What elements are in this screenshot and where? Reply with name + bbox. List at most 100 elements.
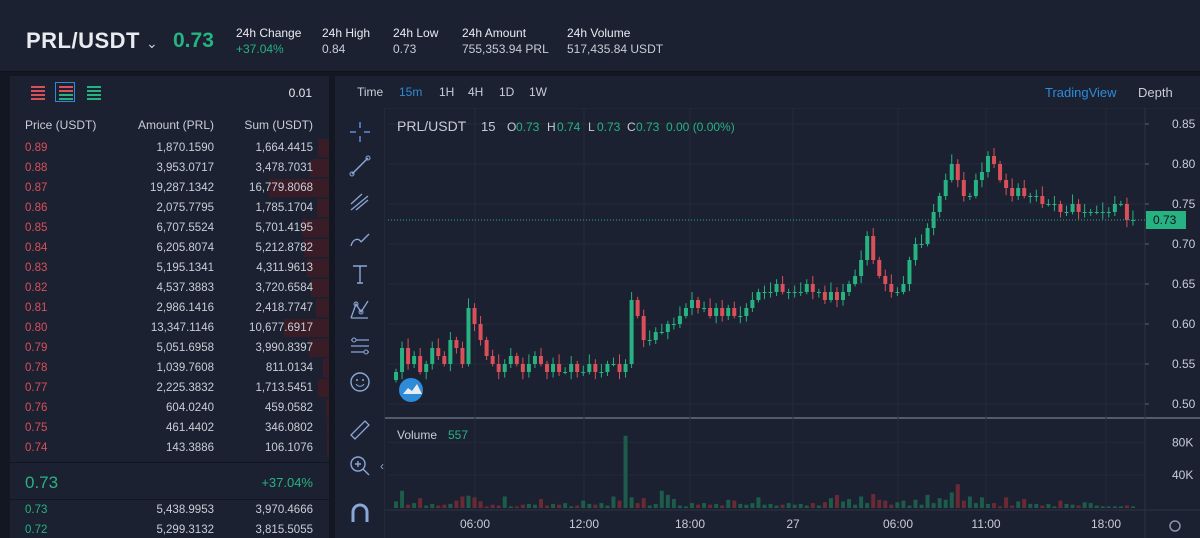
ask-row[interactable]: 0.88 3,953.0717 3,478.7031 — [10, 158, 329, 178]
ask-row[interactable]: 0.74 143.3886 106.1076 — [10, 438, 329, 458]
candle-body — [1070, 204, 1075, 212]
candle-body — [659, 332, 664, 333]
depth-bar — [326, 399, 329, 417]
candle-body — [907, 260, 912, 284]
candle-body — [647, 340, 652, 341]
candle-body — [792, 292, 797, 293]
candle-body — [895, 292, 900, 293]
candle-body — [967, 196, 972, 197]
ask-price: 0.77 — [25, 382, 48, 394]
volume-bar — [641, 498, 646, 508]
volume-bar — [677, 505, 682, 508]
ask-amount: 1,870.1590 — [156, 142, 214, 154]
depth-tab[interactable]: Depth — [1138, 85, 1173, 100]
interval-1w[interactable]: 1W — [529, 85, 547, 99]
candle-body — [587, 364, 592, 372]
bids-only-view-icon[interactable] — [84, 82, 104, 102]
volume-bar — [520, 504, 525, 508]
ask-row[interactable]: 0.86 2,075.7795 1,785.1704 — [10, 198, 329, 218]
candle-body — [677, 316, 682, 324]
ask-price: 0.76 — [25, 402, 48, 414]
price-tick-label: 0.75 — [1172, 197, 1196, 211]
ask-price: 0.83 — [25, 262, 48, 274]
asks-only-view-icon[interactable] — [28, 82, 48, 102]
ask-amount: 6,707.5524 — [156, 222, 214, 234]
candle-body — [448, 340, 453, 364]
legend-c_label: C — [627, 120, 636, 134]
volume-bar — [804, 505, 809, 508]
volume-bar — [696, 504, 701, 508]
ask-row[interactable]: 0.78 1,039.7608 811.0134 — [10, 358, 329, 378]
volume-bar — [460, 496, 465, 508]
ask-row[interactable]: 0.81 2,986.1416 2,418.7747 — [10, 298, 329, 318]
legend-chg: 0.00 (0.00%) — [666, 120, 735, 134]
ask-row[interactable]: 0.85 6,707.5524 5,701.4195 — [10, 218, 329, 238]
ask-row[interactable]: 0.75 461.4402 346.0802 — [10, 418, 329, 438]
volume-bar — [1064, 503, 1069, 508]
ask-row[interactable]: 0.87 19,287.1342 16,779.8068 — [10, 178, 329, 198]
precision-selector[interactable]: 0.01 — [289, 86, 312, 100]
depth-bar — [326, 419, 329, 437]
volume-bar — [1040, 505, 1045, 508]
bid-row[interactable]: 0.73 5,438.9953 3,970.4666 — [10, 500, 329, 520]
volume-bar — [810, 503, 815, 508]
volume-bar — [671, 498, 676, 508]
volume-bar — [490, 504, 495, 508]
stat-24h-change: 24h Change +37.04% — [236, 26, 301, 56]
volume-bar — [575, 505, 580, 508]
candle-body — [617, 364, 622, 372]
volume-bar — [877, 499, 882, 508]
candle-body — [569, 364, 574, 372]
tradingview-tab[interactable]: TradingView — [1045, 85, 1117, 100]
interval-15m[interactable]: 15m — [399, 85, 422, 99]
ask-price: 0.78 — [25, 362, 48, 374]
interval-1d[interactable]: 1D — [499, 85, 514, 99]
bid-amount: 5,299.3132 — [156, 524, 214, 536]
price-tick-label: 0.70 — [1172, 237, 1196, 251]
interval-4h[interactable]: 4H — [468, 85, 483, 99]
volume-bar — [557, 504, 562, 508]
volume-bar — [653, 503, 658, 508]
stat-24h-high: 24h High 0.84 — [322, 26, 370, 56]
interval-1h[interactable]: 1H — [439, 85, 454, 99]
depth-bar — [318, 139, 329, 157]
ask-amount: 2,225.3832 — [156, 382, 214, 394]
candle-body — [931, 212, 936, 228]
candle-body — [859, 260, 864, 276]
ask-row[interactable]: 0.89 1,870.1590 1,664.4415 — [10, 138, 329, 158]
price-chart[interactable]: 0.85 0.80 0.75 0.70 0.65 0.60 0.55 0.50 80K 40K 06… — [335, 108, 1200, 538]
ask-sum: 1,785.1704 — [255, 202, 313, 214]
candle-body — [1040, 196, 1045, 204]
candle-body — [750, 300, 755, 308]
candle-body — [998, 164, 1003, 180]
ask-row[interactable]: 0.79 5,051.6958 3,990.8397 — [10, 338, 329, 358]
candle-body — [841, 292, 846, 300]
volume-bar — [937, 498, 942, 508]
candle-body — [490, 356, 495, 364]
pair-selector[interactable]: PRL/USDT ⌄ — [26, 28, 158, 54]
ask-row[interactable]: 0.77 2,225.3832 1,713.5451 — [10, 378, 329, 398]
ask-row[interactable]: 0.76 604.0240 459.0582 — [10, 398, 329, 418]
candle-body — [424, 364, 429, 372]
volume-bar — [792, 504, 797, 508]
ask-amount: 4,537.3883 — [156, 282, 214, 294]
chart-panel: Time 15m 1H 4H 1D 1W TradingView Depth 0… — [335, 76, 1200, 538]
ask-row[interactable]: 0.83 5,195.1341 4,311.9613 — [10, 258, 329, 278]
candle-body — [847, 284, 852, 292]
bid-row[interactable]: 0.72 5,299.3132 3,815.5055 — [10, 520, 329, 538]
both-sides-view-icon[interactable] — [55, 82, 75, 102]
volume-bar — [1022, 498, 1027, 508]
candle-body — [822, 292, 827, 300]
candle-body — [973, 180, 978, 196]
candle-body — [545, 364, 550, 372]
ask-row[interactable]: 0.80 13,347.1146 10,677.6917 — [10, 318, 329, 338]
candle-body — [913, 244, 918, 260]
ask-row[interactable]: 0.82 4,537.3883 3,720.6584 — [10, 278, 329, 298]
candle-body — [925, 228, 930, 244]
ask-row[interactable]: 0.84 6,205.8074 5,212.8782 — [10, 238, 329, 258]
candle-body — [1022, 188, 1027, 196]
volume-bar — [1004, 497, 1009, 508]
candle-body — [466, 308, 471, 364]
candle-body — [901, 284, 906, 292]
time-label: Time — [357, 85, 384, 99]
